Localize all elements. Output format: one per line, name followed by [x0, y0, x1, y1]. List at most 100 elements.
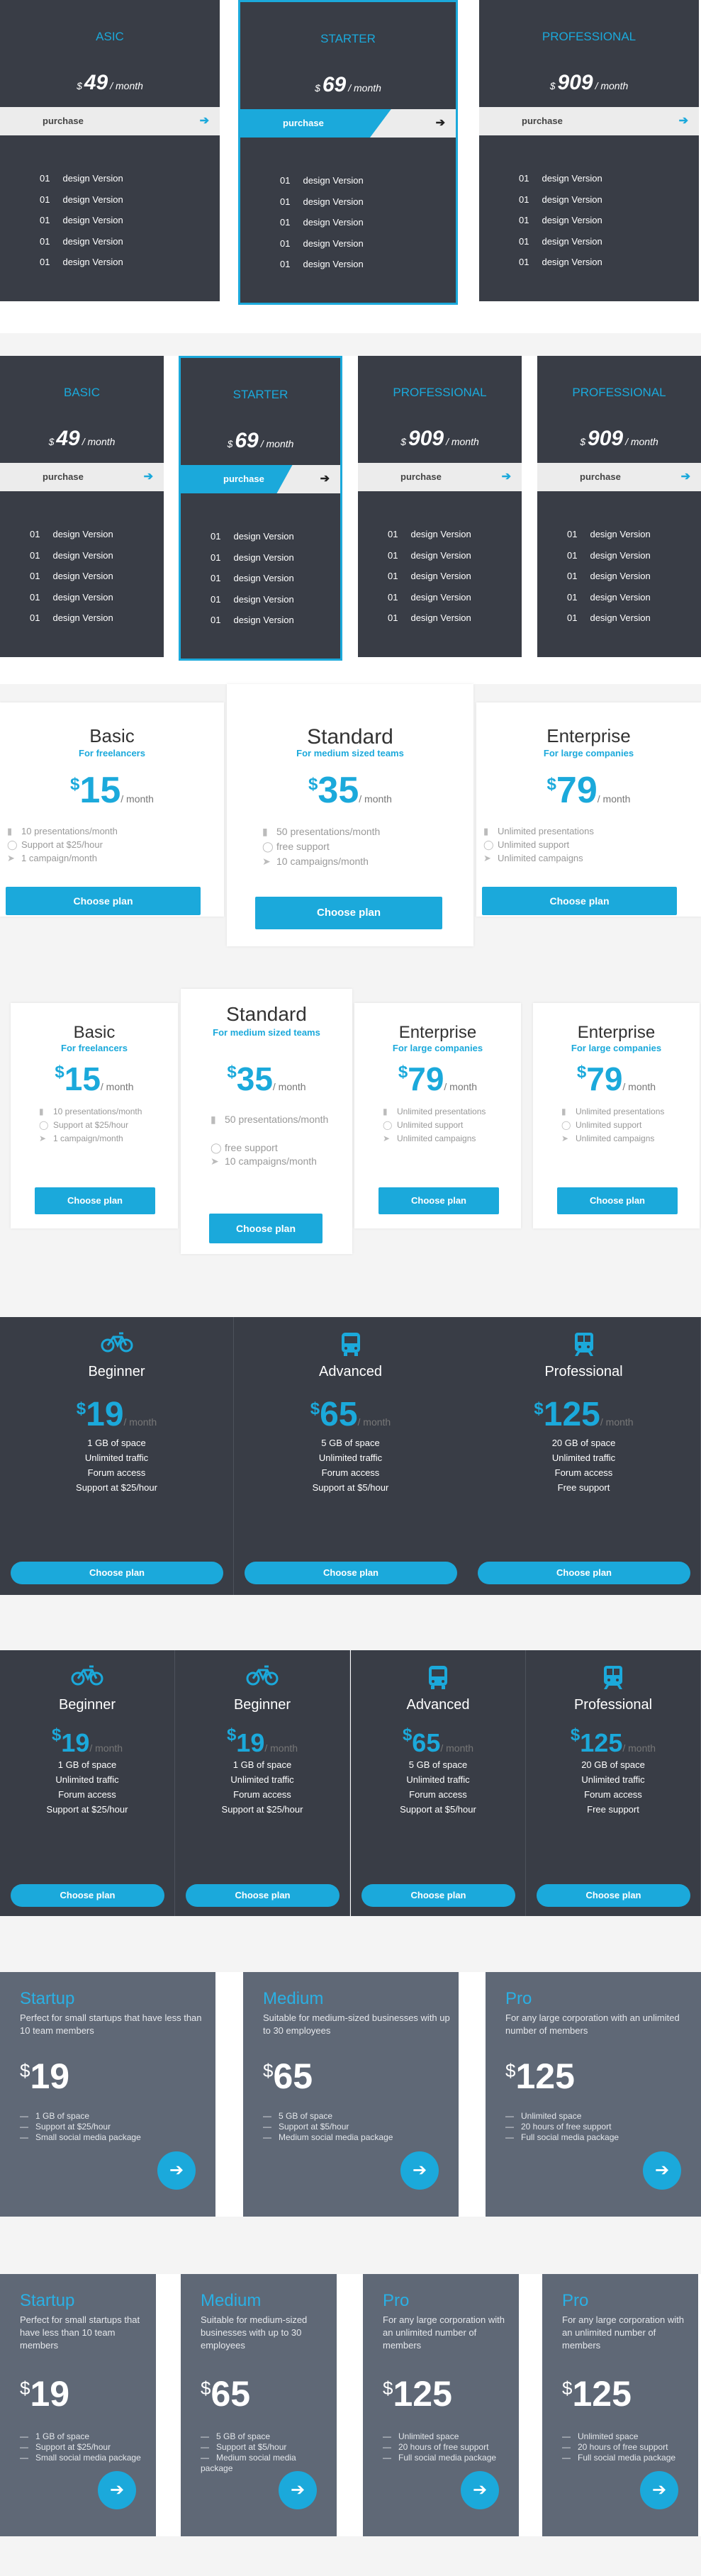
feature-item: 01 design Version: [280, 238, 364, 259]
dash-icon: —: [201, 2431, 209, 2441]
plan-price: $79/ month: [476, 769, 701, 812]
s2-purchase-button[interactable]: purchase ➔: [0, 463, 164, 491]
s3-card: Basic For freelancers $15/ month ▮ 10 presen…: [0, 702, 224, 917]
feature-label: 20 hours of free support: [521, 2122, 612, 2132]
feature-label: 20 hours of free support: [398, 2442, 489, 2452]
feature-label: design Version: [62, 235, 123, 247]
currency-symbol: $: [226, 1725, 237, 1745]
feature-item: 01 design Version: [280, 196, 364, 218]
s2-card: PROFESSIONAL $909/ month purchase ➔ 01 design…: [358, 356, 522, 657]
feature-number: 01: [567, 591, 578, 603]
s2-purchase-button[interactable]: purchase ➔: [358, 463, 522, 491]
arrow-right-icon: ➔: [680, 471, 690, 483]
choose-plan-button[interactable]: Choose plan: [186, 1884, 340, 1907]
arrow-button[interactable]: ➔: [461, 2471, 499, 2509]
price-amount: 909: [557, 71, 593, 94]
feature-item: — Medium social media package: [201, 2453, 328, 2474]
purchase-label: purchase: [223, 474, 264, 484]
arrow-button[interactable]: ➔: [400, 2151, 439, 2190]
choose-plan-button[interactable]: Choose plan: [11, 1562, 223, 1584]
feature-item: Support at $5/hour: [400, 1804, 476, 1815]
plan-price: $15/ month: [11, 1060, 178, 1098]
feature-item: ▮ Unlimited presentations: [561, 1107, 689, 1120]
feature-item: — Full social media package: [383, 2453, 510, 2463]
pricing-section-2: BASIC $49/ month purchase ➔ 01 design Version…: [0, 356, 701, 661]
s1-plan-name: ASIC: [96, 30, 124, 43]
feature-item: 01 design Version: [280, 175, 364, 196]
choose-plan-button[interactable]: Choose plan: [209, 1214, 323, 1243]
price-amount: 125: [393, 2374, 452, 2414]
plan-title: Pro: [505, 1989, 532, 2008]
feature-item: Forum access: [87, 1467, 146, 1478]
s2-feature-list: 01 design Version 01 design Version 01 design…: [211, 531, 294, 636]
choose-plan-button[interactable]: Choose plan: [361, 1884, 515, 1907]
feature-list: — 1 GB of space — Support at $25/hour — Small…: [20, 2111, 207, 2143]
currency-symbol: $: [505, 2060, 516, 2081]
dash-icon: —: [505, 2111, 514, 2121]
feature-number: 01: [567, 612, 578, 623]
arrow-button[interactable]: ➔: [157, 2151, 196, 2190]
feature-item: Unlimited traffic: [581, 1774, 645, 1785]
feature-item: Support at $5/hour: [312, 1482, 389, 1493]
choose-plan-button[interactable]: Choose plan: [6, 887, 201, 915]
price-amount: 125: [543, 1396, 600, 1433]
feature-number: 01: [280, 237, 291, 249]
feature-label: design Version: [52, 549, 113, 561]
feature-item: ➤ 1 campaign/month: [7, 853, 118, 866]
choose-plan-button[interactable]: Choose plan: [255, 897, 442, 929]
arrow-button[interactable]: ➔: [640, 2471, 678, 2509]
currency-symbol: $: [398, 1063, 408, 1082]
feature-item: ➤ 10 campaigns/month: [211, 1155, 345, 1169]
comment-icon: ◯: [483, 839, 494, 850]
plan-subtitle: For medium sized teams: [296, 748, 404, 758]
plan-description: For any large corporation with an unlimi…: [383, 2314, 505, 2351]
choose-plan-button[interactable]: Choose plan: [478, 1562, 690, 1584]
s2-purchase-button[interactable]: purchase ➔: [181, 465, 340, 493]
feature-item: ◯ free support: [211, 1142, 345, 1155]
arrow-button[interactable]: ➔: [279, 2471, 317, 2509]
bus-icon: [234, 1331, 467, 1363]
send-icon: ➤: [7, 853, 15, 863]
feature-label: Unlimited support: [576, 1120, 642, 1130]
plan-price: $19/ month: [0, 1395, 233, 1434]
feature-number: 01: [519, 257, 529, 267]
arrow-button[interactable]: ➔: [643, 2151, 681, 2190]
choose-plan-button[interactable]: Choose plan: [378, 1187, 499, 1214]
choose-plan-button[interactable]: Choose plan: [557, 1187, 678, 1214]
choose-plan-button[interactable]: Choose plan: [11, 1884, 164, 1907]
plan-title: Standard: [307, 725, 393, 749]
feature-list: — Unlimited space — 20 hours of free suppor…: [383, 2431, 510, 2463]
arrow-button[interactable]: ➔: [98, 2471, 136, 2509]
s2-plan-name: STARTER: [232, 388, 288, 401]
choose-plan-button[interactable]: Choose plan: [245, 1562, 457, 1584]
s1-purchase-button[interactable]: purchase ➔: [479, 107, 699, 135]
feature-label: design Version: [590, 571, 651, 581]
choose-plan-button[interactable]: Choose plan: [537, 1884, 690, 1907]
feature-number: 01: [519, 215, 529, 225]
s2-purchase-button[interactable]: purchase ➔: [537, 463, 701, 491]
feature-number: 01: [388, 571, 398, 581]
bar-chart-icon: ▮: [383, 1107, 388, 1116]
feature-item: — Medium social media package: [263, 2132, 450, 2143]
s1-purchase-button[interactable]: purchase ➔: [240, 109, 456, 138]
price-period: / month: [359, 793, 392, 805]
feature-label: 1 GB of space: [35, 2111, 90, 2121]
feature-number: 01: [40, 257, 50, 267]
dash-icon: —: [20, 2431, 28, 2441]
feature-label: design Version: [303, 259, 364, 269]
plan-title: Pro: [383, 2291, 410, 2310]
feature-label: design Version: [303, 217, 364, 228]
plan-price: $19/ month: [175, 1725, 349, 1758]
feature-label: design Version: [233, 531, 294, 542]
s1-purchase-button[interactable]: purchase ➔: [0, 107, 220, 135]
feature-list: ▮ Unlimited presentations ◯ Unlimited suppo…: [383, 1107, 510, 1147]
feature-item: — 20 hours of free support: [562, 2442, 690, 2453]
choose-plan-button[interactable]: Choose plan: [35, 1187, 155, 1214]
choose-plan-button[interactable]: Choose plan: [482, 887, 677, 915]
feature-item: 01 design Version: [211, 573, 294, 594]
currency-symbol: $: [77, 80, 82, 91]
feature-list: 20 GB of space Unlimited traffic Forum acc…: [467, 1438, 700, 1497]
plan-price: $79/ month: [533, 1060, 700, 1098]
feature-label: 10 campaigns/month: [225, 1155, 317, 1167]
feature-item: 01 design Version: [40, 257, 123, 278]
